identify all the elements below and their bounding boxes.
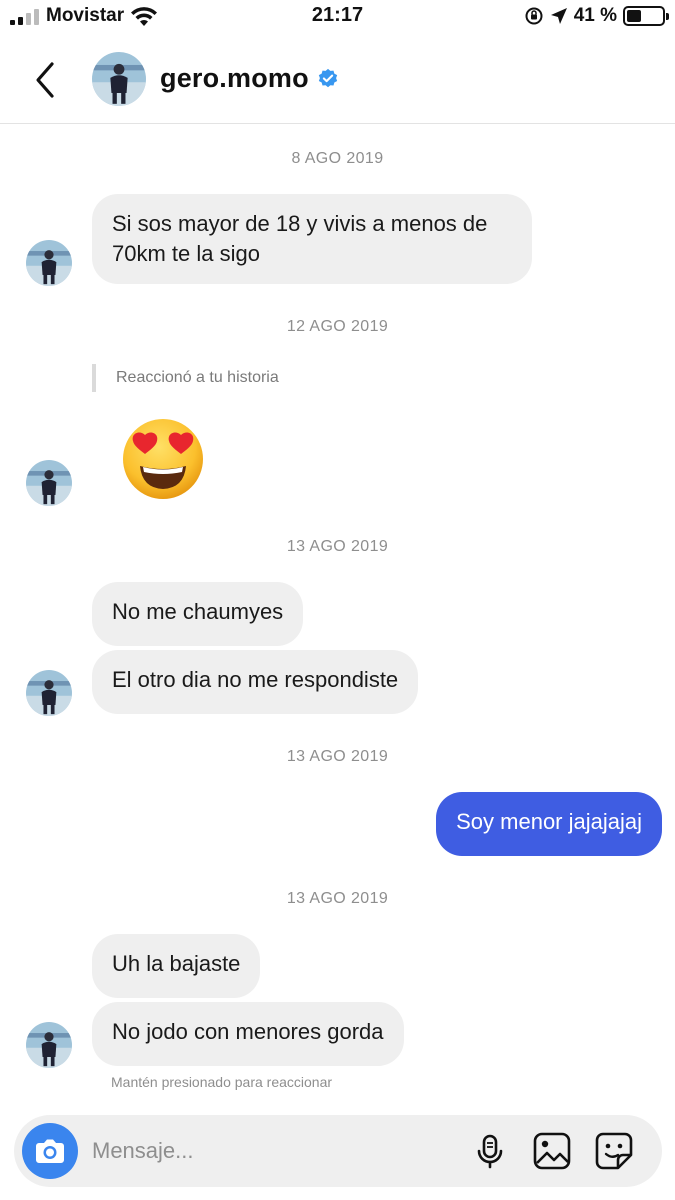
heart-eyes-emoji[interactable] xyxy=(118,414,208,504)
avatar-image xyxy=(26,240,72,286)
message-text: No jodo con menores gorda xyxy=(112,1019,384,1044)
sender-avatar[interactable] xyxy=(26,670,72,716)
battery-icon xyxy=(623,6,669,26)
sent-message-bubble[interactable]: Soy menor jajajajaj xyxy=(436,792,662,856)
message-bubble[interactable]: El otro dia no me respondiste xyxy=(92,650,419,714)
message-composer xyxy=(14,1115,662,1187)
verified-badge-icon xyxy=(318,68,337,87)
date-separator: 13 AGO 2019 xyxy=(286,538,389,555)
avatar-image xyxy=(26,460,72,506)
avatar-image xyxy=(26,1022,72,1068)
location-icon xyxy=(550,8,567,24)
username: gero.momo xyxy=(160,63,309,93)
reaction-hint: Mantén presionado para reaccionar xyxy=(111,1074,333,1090)
message-bubble[interactable]: No jodo con menores gorda xyxy=(92,1002,404,1066)
date-separator: 13 AGO 2019 xyxy=(286,890,389,907)
sticker-icon[interactable] xyxy=(594,1131,634,1171)
message-bubble[interactable]: No me chaumyes xyxy=(92,582,304,646)
sender-avatar[interactable] xyxy=(26,1022,72,1068)
camera-button[interactable] xyxy=(22,1123,78,1179)
status-right: 41 % xyxy=(524,5,669,27)
message-text: 70km te la sigo xyxy=(112,241,260,266)
header-avatar[interactable] xyxy=(92,52,146,106)
sender-avatar[interactable] xyxy=(26,240,72,286)
avatar-image xyxy=(92,52,146,106)
avatar-image xyxy=(26,670,72,716)
date-separator: 13 AGO 2019 xyxy=(286,748,389,765)
microphone-icon[interactable] xyxy=(470,1131,510,1171)
story-reaction-label: Reaccionó a tu historia xyxy=(92,364,279,392)
message-bubble[interactable]: Uh la bajaste xyxy=(92,934,261,998)
chat-header: gero.momo xyxy=(0,36,675,124)
camera-icon xyxy=(36,1139,64,1163)
message-text: No me chaumyes xyxy=(112,599,284,624)
battery-level xyxy=(627,10,641,22)
message-input[interactable] xyxy=(92,1133,392,1169)
message-text: Uh la bajaste xyxy=(112,951,241,976)
message-text: Si sos mayor de 18 y vivis a menos de xyxy=(112,211,488,236)
chevron-left-icon xyxy=(36,62,54,98)
battery-percent: 41 % xyxy=(573,5,617,26)
message-text: El otro dia no me respondiste xyxy=(112,667,399,692)
status-bar: Movistar 21:17 41 % xyxy=(0,0,675,36)
back-button[interactable] xyxy=(26,58,66,102)
date-separator: 8 AGO 2019 xyxy=(291,150,384,167)
sender-avatar[interactable] xyxy=(26,460,72,506)
gallery-icon[interactable] xyxy=(532,1131,572,1171)
header-title[interactable]: gero.momo xyxy=(160,63,339,94)
orientation-lock-icon xyxy=(525,7,543,25)
message-text: Soy menor jajajajaj xyxy=(456,809,642,834)
message-bubble[interactable]: Si sos mayor de 18 y vivis a menos de 70… xyxy=(92,194,532,284)
date-separator: 12 AGO 2019 xyxy=(286,318,389,335)
